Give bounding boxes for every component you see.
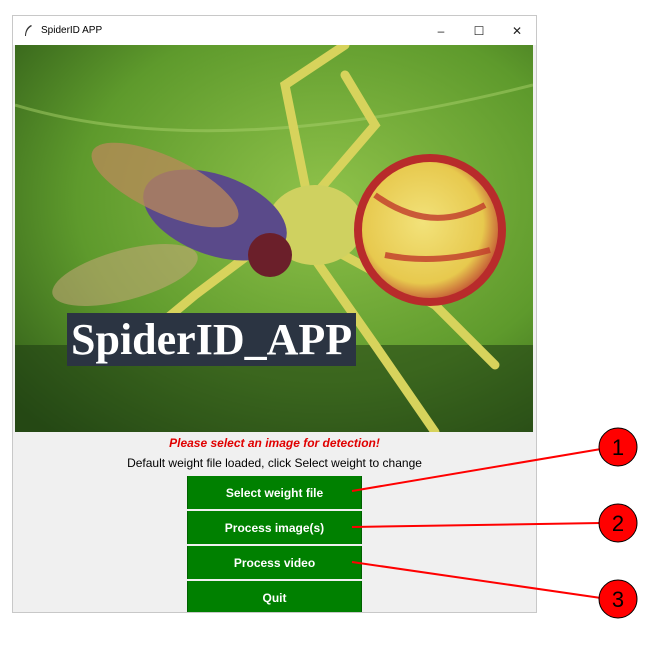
- callout-overlay: 1 2 3: [351, 427, 638, 619]
- callout-line-2: [351, 522, 602, 528]
- callout-line-3: [351, 561, 602, 599]
- callout-number-1: 1: [612, 435, 624, 460]
- callout-line-1: [351, 448, 602, 492]
- callout-number-3: 3: [612, 587, 624, 612]
- callout-number-2: 2: [612, 511, 624, 536]
